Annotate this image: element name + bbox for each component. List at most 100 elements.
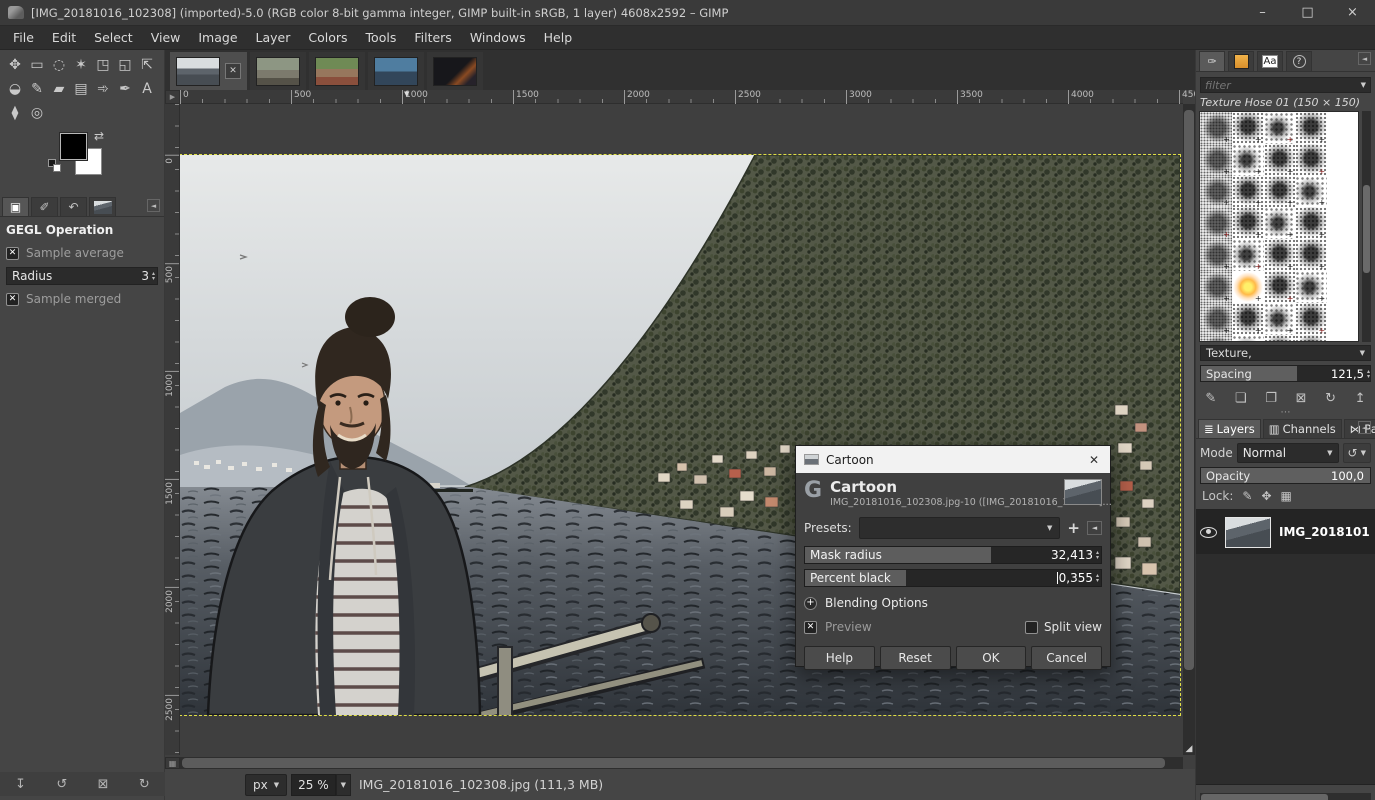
transform-tool-icon[interactable]: ◱: [114, 53, 136, 77]
smudge-tool-icon[interactable]: ➾: [92, 77, 114, 101]
sample-average-checkbox[interactable]: ✕: [6, 247, 19, 260]
brush-thumbnail[interactable]: [1232, 176, 1264, 208]
menu-select[interactable]: Select: [85, 26, 142, 50]
brush-thumbnail[interactable]: [1295, 144, 1327, 176]
dock-menu-arrow-icon[interactable]: ◄: [1358, 421, 1371, 434]
brush-thumbnail[interactable]: [1264, 303, 1296, 335]
image-tab-5[interactable]: [427, 52, 483, 90]
menu-tools[interactable]: Tools: [357, 26, 406, 50]
menu-edit[interactable]: Edit: [43, 26, 85, 50]
clone-tool-icon[interactable]: ▤: [70, 77, 92, 101]
split-view-checkbox[interactable]: [1025, 621, 1038, 634]
opacity-value[interactable]: 100,0: [1331, 469, 1364, 483]
reset-button[interactable]: Reset: [880, 646, 951, 670]
menu-help[interactable]: Help: [535, 26, 582, 50]
brush-thumbnail[interactable]: [1232, 207, 1264, 239]
brush-thumbnail[interactable]: [1295, 112, 1327, 144]
color-picker-tool-icon[interactable]: ⧫: [4, 101, 26, 125]
navigation-preview-icon[interactable]: ◢: [1183, 743, 1195, 755]
menu-image[interactable]: Image: [189, 26, 246, 50]
lock-pixels-icon[interactable]: ✎: [1242, 489, 1252, 503]
delete-tool-preset-icon[interactable]: ⊠: [98, 777, 109, 792]
radius-spinner[interactable]: ▴▾: [152, 271, 155, 281]
help-button[interactable]: Help: [804, 646, 875, 670]
preset-menu-arrow-icon[interactable]: ◄: [1087, 521, 1102, 535]
spacing-spinner[interactable]: ▴▾: [1367, 369, 1370, 379]
save-tool-preset-icon[interactable]: ↧: [15, 777, 26, 792]
presets-dropdown[interactable]: ▼: [859, 517, 1061, 539]
menu-view[interactable]: View: [142, 26, 190, 50]
brush-thumbnail[interactable]: [1200, 303, 1232, 335]
tab-fonts[interactable]: Aa: [1257, 51, 1283, 71]
layer-list-scrollbar[interactable]: [1200, 793, 1371, 800]
preview-checkbox[interactable]: ✕: [804, 621, 817, 634]
zoom-dropdown[interactable]: 25 % ▼: [291, 774, 351, 796]
mode-reset-icon[interactable]: ↺: [1348, 446, 1358, 460]
unit-dropdown[interactable]: px ▼: [245, 774, 287, 796]
refresh-brushes-icon[interactable]: ↻: [1325, 391, 1336, 406]
brush-thumbnail[interactable]: [1295, 335, 1327, 342]
dialog-title-bar[interactable]: Cartoon ✕: [796, 446, 1110, 473]
horizontal-scrollbar[interactable]: [180, 757, 1183, 769]
mask-radius-spinner[interactable]: ▴▾: [1096, 550, 1099, 560]
chevron-down-icon[interactable]: ▼: [1361, 81, 1366, 89]
mode-switch-group[interactable]: ↺ ▼: [1343, 443, 1371, 463]
close-button[interactable]: ×: [1330, 0, 1375, 26]
lock-position-icon[interactable]: ✥: [1261, 489, 1271, 503]
minimize-button[interactable]: –: [1240, 0, 1285, 26]
brush-thumbnail[interactable]: [1264, 271, 1296, 303]
tab-brushes[interactable]: ✑: [1199, 51, 1225, 71]
brush-thumbnail[interactable]: [1264, 207, 1296, 239]
brush-thumbnail[interactable]: [1200, 207, 1232, 239]
percent-black-spinner[interactable]: ▴▾: [1096, 573, 1099, 583]
brush-thumbnail[interactable]: [1264, 144, 1296, 176]
paths-tool-icon[interactable]: ✒: [114, 77, 136, 101]
open-brush-image-icon[interactable]: ↥: [1355, 391, 1366, 406]
sample-merged-checkbox[interactable]: ✕: [6, 293, 19, 306]
dock-menu-arrow-icon[interactable]: ◄: [1358, 52, 1371, 65]
brush-thumbnail[interactable]: [1264, 112, 1296, 144]
restore-tool-preset-icon[interactable]: ↺: [56, 777, 67, 792]
brush-thumbnail[interactable]: [1200, 144, 1232, 176]
menu-colors[interactable]: Colors: [299, 26, 356, 50]
vertical-scrollbar[interactable]: [1183, 104, 1195, 755]
tab-tool-options[interactable]: ▣: [2, 197, 29, 216]
crop-tool-icon[interactable]: ◳: [92, 53, 114, 77]
vertical-ruler[interactable]: 0 500 1000 1500 2000 2500: [165, 104, 180, 755]
chevron-down-icon[interactable]: ▼: [1361, 449, 1366, 457]
brush-thumbnail[interactable]: [1295, 239, 1327, 271]
dialog-close-icon[interactable]: ✕: [1086, 453, 1102, 467]
tab-channels[interactable]: ▥ Channels: [1263, 419, 1342, 438]
percent-black-slider[interactable]: Percent black 0,355 ▴▾: [804, 569, 1102, 587]
move-tool-icon[interactable]: ✥: [4, 53, 26, 77]
rectangle-select-tool-icon[interactable]: ▭: [26, 53, 48, 77]
expander-plus-icon[interactable]: +: [804, 597, 817, 610]
image-tab-3[interactable]: [309, 52, 365, 90]
new-brush-icon[interactable]: ❏: [1235, 391, 1247, 406]
tab-image-thumbnail[interactable]: [89, 197, 116, 216]
tab-layers[interactable]: ≣ Layers: [1198, 419, 1261, 438]
brush-thumbnail[interactable]: [1264, 335, 1296, 342]
dock-drag-handle[interactable]: ⋯: [1196, 410, 1375, 418]
image-tab-current[interactable]: ✕: [170, 52, 247, 90]
delete-brush-icon[interactable]: ⊠: [1296, 391, 1307, 406]
reset-tool-options-icon[interactable]: ↻: [139, 777, 150, 792]
tab-help[interactable]: ?: [1286, 51, 1312, 71]
swap-colors-icon[interactable]: ⇄: [94, 129, 104, 143]
radius-value[interactable]: 3: [141, 269, 149, 283]
opacity-slider[interactable]: Opacity 100,0 ▴▾: [1200, 467, 1371, 484]
dock-menu-arrow-icon[interactable]: ◄: [147, 199, 160, 212]
eraser-tool-icon[interactable]: ▰: [48, 77, 70, 101]
paintbrush-tool-icon[interactable]: ✎: [26, 77, 48, 101]
maximize-button[interactable]: □: [1285, 0, 1330, 26]
image-tab-2[interactable]: [250, 52, 306, 90]
duplicate-brush-icon[interactable]: ❐: [1265, 391, 1277, 406]
menu-filters[interactable]: Filters: [405, 26, 460, 50]
mask-radius-value[interactable]: 32,413: [1051, 548, 1093, 562]
edit-brush-icon[interactable]: ✎: [1205, 391, 1216, 406]
brush-thumbnail[interactable]: [1295, 303, 1327, 335]
bucket-fill-tool-icon[interactable]: ◒: [4, 77, 26, 101]
brush-thumbnail[interactable]: [1200, 112, 1232, 144]
texture-dropdown[interactable]: Texture, ▼: [1200, 345, 1371, 361]
brush-thumbnail[interactable]: [1200, 176, 1232, 208]
